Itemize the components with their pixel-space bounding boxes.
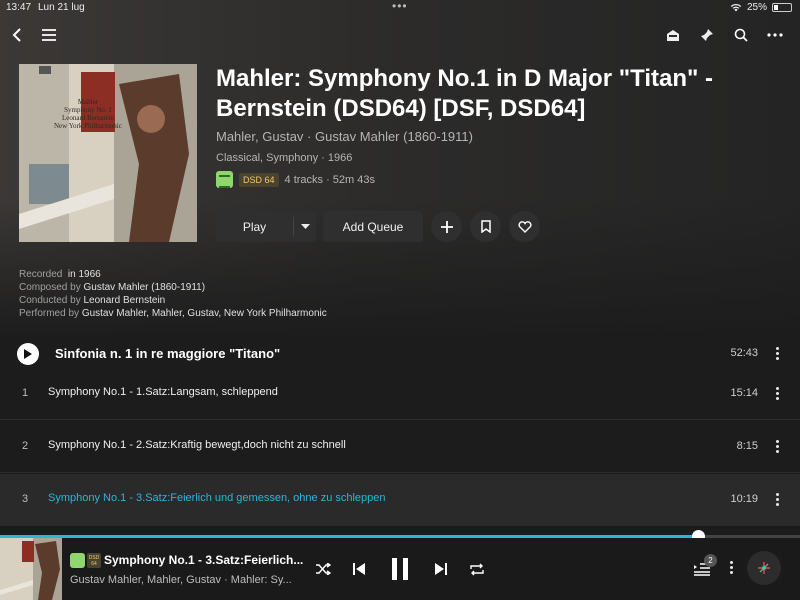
status-time: 13:47: [6, 2, 32, 13]
work-duration: 52:43: [730, 347, 758, 359]
queue-count-badge: 2: [704, 554, 717, 567]
wifi-icon: [730, 4, 742, 12]
album-title: Mahler: Symphony No.1 in D Major "Titan"…: [216, 65, 714, 122]
track-title: Symphony No.1 - 2.Satz:Kraftig bewegt,do…: [48, 439, 346, 451]
format-badge: DSD 64: [239, 172, 279, 187]
bookmark-icon[interactable]: [470, 211, 501, 242]
track-more-icon[interactable]: [775, 387, 779, 400]
multitask-dots-icon[interactable]: •••: [392, 0, 408, 13]
play-work-icon[interactable]: [17, 343, 39, 365]
output-device-icon[interactable]: [747, 551, 781, 585]
cast-icon[interactable]: [664, 26, 682, 44]
track-number: 2: [22, 440, 29, 452]
credit-recorded: Recorded in 1966: [19, 269, 101, 280]
track-number: 3: [22, 493, 29, 505]
shuffle-icon[interactable]: [310, 556, 336, 582]
status-date: Lun 21 lug: [38, 2, 85, 13]
hires-audio-icon: [216, 171, 233, 188]
album-artist[interactable]: Mahler, Gustav · Gustav Mahler (1860-191…: [216, 129, 473, 144]
now-playing-title[interactable]: Symphony No.1 - 3.Satz:Feierlich...: [104, 553, 304, 567]
back-icon[interactable]: [8, 26, 26, 44]
cover-text-composer: Mahler: [77, 98, 99, 106]
track-row[interactable]: 2 Symphony No.1 - 2.Satz:Kraftig bewegt,…: [0, 421, 800, 473]
album-meta: DSD 64 4 tracks · 52m 43s: [216, 171, 375, 188]
track-row[interactable]: 1 Symphony No.1 - 1.Satz:Langsam, schlep…: [0, 368, 800, 420]
now-playing-bar: DSD 64 Symphony No.1 - 3.Satz:Feierlich.…: [0, 538, 800, 600]
repeat-icon[interactable]: [464, 556, 490, 582]
now-playing-hires-icon: [70, 553, 85, 568]
cover-text-conductor: Leonard Bernstein: [61, 114, 114, 122]
play-options-chevron-down-icon[interactable]: [294, 211, 316, 242]
previous-icon[interactable]: [346, 556, 372, 582]
track-duration: 10:19: [730, 493, 758, 505]
status-bar: 13:47 Lun 21 lug ••• 25%: [0, 0, 800, 16]
add-to-playlist-icon[interactable]: [431, 211, 462, 242]
now-playing-cover[interactable]: [0, 538, 62, 600]
track-title: Symphony No.1 - 3.Satz:Feierlich und gem…: [48, 492, 386, 504]
now-playing-subtitle[interactable]: Gustav Mahler, Mahler, Gustav · Mahler: …: [70, 574, 304, 586]
now-playing-more-icon[interactable]: [729, 561, 733, 574]
favorite-heart-icon[interactable]: [509, 211, 540, 242]
track-duration: 8:15: [736, 440, 758, 452]
album-credits: Recorded in 1966 Composed by Gustav Mahl…: [19, 268, 327, 320]
track-more-icon[interactable]: [775, 493, 779, 506]
more-icon[interactable]: [766, 26, 784, 44]
play-split-button: Play: [216, 211, 316, 242]
track-number: 1: [22, 387, 29, 399]
pin-icon[interactable]: [698, 26, 716, 44]
cover-text-work: Symphony No. 1: [64, 106, 112, 114]
battery-percent: 25%: [746, 2, 767, 13]
search-icon[interactable]: [732, 26, 750, 44]
tracks-info: 4 tracks · 52m 43s: [284, 173, 375, 186]
work-title: Sinfonia n. 1 in re maggiore "Titano": [55, 346, 281, 361]
album-genre-year: Classical, Symphony · 1966: [216, 152, 353, 164]
work-header: Sinfonia n. 1 in re maggiore "Titano" 52…: [0, 338, 800, 370]
track-more-icon[interactable]: [775, 440, 779, 453]
menu-icon[interactable]: [40, 26, 58, 44]
credit-performers: Performed by Gustav Mahler, Mahler, Gust…: [19, 308, 327, 319]
album-cover[interactable]: Mahler Symphony No. 1 Leonard Bernstein …: [19, 64, 197, 242]
track-duration: 15:14: [730, 387, 758, 399]
track-title: Symphony No.1 - 1.Satz:Langsam, schleppe…: [48, 386, 278, 398]
now-playing-format-badge: DSD 64: [87, 553, 101, 568]
next-icon[interactable]: [428, 556, 454, 582]
pause-icon[interactable]: [386, 555, 414, 583]
credit-composer: Composed by Gustav Mahler (1860-1911): [19, 282, 206, 293]
battery-icon: [772, 3, 792, 12]
cover-text-orchestra: New York Philharmonic: [54, 122, 122, 130]
work-more-icon[interactable]: [775, 347, 779, 360]
track-row-playing[interactable]: 3 Symphony No.1 - 3.Satz:Feierlich und g…: [0, 474, 800, 526]
credit-conductor: Conducted by Leonard Bernstein: [19, 295, 166, 306]
add-queue-button[interactable]: Add Queue: [323, 211, 423, 242]
play-button[interactable]: Play: [216, 211, 293, 242]
